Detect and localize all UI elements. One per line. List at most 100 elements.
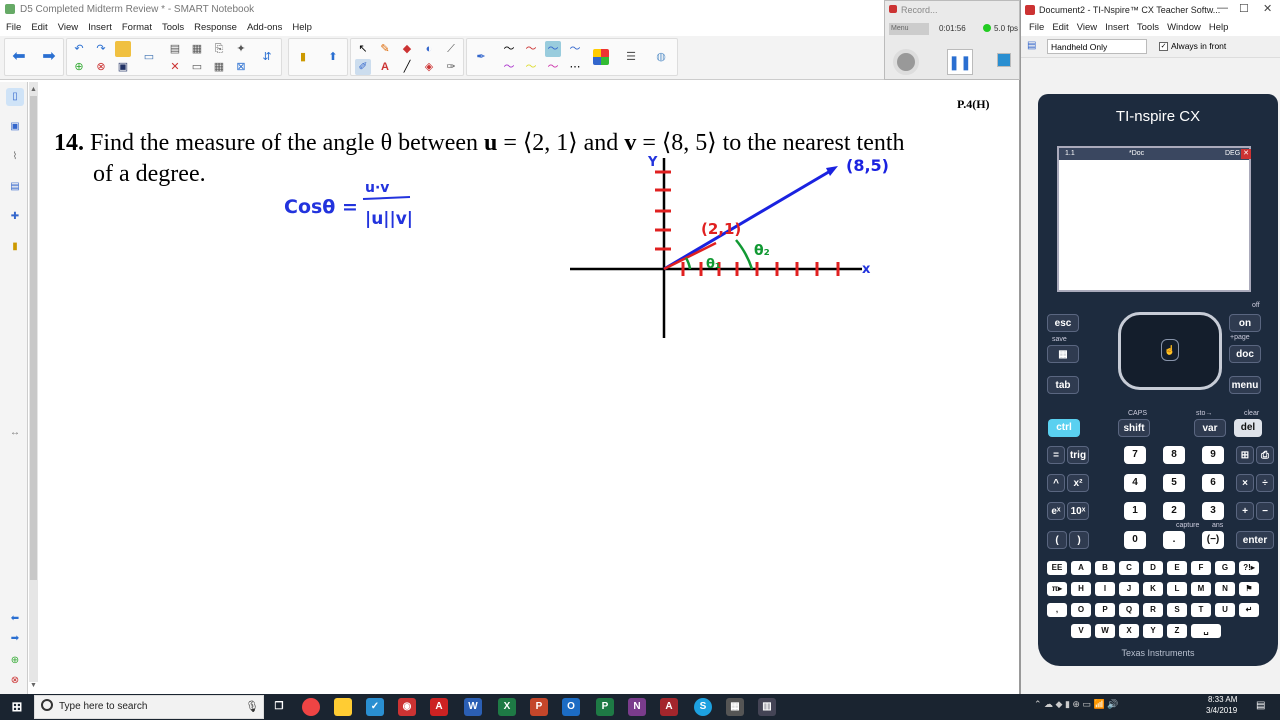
line-style-dash-icon[interactable]: ⋯ [567, 59, 583, 75]
side-prev-icon[interactable]: ⬅ [6, 610, 24, 628]
key-letter-12[interactable]: J [1119, 582, 1139, 596]
line-style-blue-icon[interactable]: 〜 [545, 41, 561, 57]
key-letter-16[interactable]: N [1215, 582, 1235, 596]
key-menu[interactable]: menu [1229, 376, 1261, 394]
key-letter-22[interactable]: R [1143, 603, 1163, 617]
highlighter-icon[interactable]: ✑ [443, 59, 459, 75]
line-style-purple-icon[interactable]: 〜 [501, 59, 517, 75]
key-scratchpad[interactable]: ▦ [1047, 345, 1079, 363]
key-letter-21[interactable]: Q [1119, 603, 1139, 617]
pause-button[interactable]: ❚❚ [947, 49, 973, 75]
ti-menu-window[interactable]: Window [1167, 20, 1201, 36]
key-letter-15[interactable]: M [1191, 582, 1211, 596]
properties-icon[interactable]: ⬆ [325, 49, 341, 65]
onenote-icon[interactable]: N [628, 698, 646, 716]
layout-icon[interactable]: ▤ [1027, 40, 1036, 51]
pen-type-icon[interactable]: ✒ [473, 49, 489, 65]
task-view-icon[interactable]: ❐ [270, 698, 288, 716]
key-letter-3[interactable]: C [1119, 561, 1139, 575]
key-on[interactable]: on [1229, 314, 1261, 332]
menu-format[interactable]: Format [122, 20, 152, 36]
properties-tab-icon[interactable]: ▤ [6, 178, 24, 196]
key-letter-30[interactable]: Y [1143, 624, 1163, 638]
key-letter-31[interactable]: Z [1167, 624, 1187, 638]
menu-help[interactable]: Help [292, 20, 312, 36]
open-icon[interactable] [115, 41, 131, 57]
key-letter-24[interactable]: T [1191, 603, 1211, 617]
key-caret[interactable]: ^ [1047, 474, 1065, 492]
key-7[interactable]: 7 [1124, 446, 1146, 464]
key-letter-0[interactable]: EE [1047, 561, 1067, 575]
record-button[interactable] [893, 49, 919, 75]
file-explorer-icon[interactable] [334, 698, 352, 716]
key-9[interactable]: 9 [1202, 446, 1224, 464]
eraser-icon[interactable]: ◆ [399, 41, 415, 57]
key-var[interactable]: var [1194, 419, 1226, 437]
previous-page-icon[interactable]: ⬅ [11, 49, 27, 65]
select-icon[interactable]: ↖ [355, 41, 371, 57]
key-lparen[interactable]: ( [1047, 531, 1067, 549]
screen-close-icon[interactable]: ✕ [1241, 149, 1251, 159]
key-2[interactable]: 2 [1163, 502, 1185, 520]
skype-icon[interactable]: S [694, 698, 712, 716]
scroll-thumb[interactable] [30, 96, 37, 580]
key-square[interactable]: x² [1067, 474, 1089, 492]
menu-view[interactable]: View [58, 20, 78, 36]
menu-insert[interactable]: Insert [88, 20, 112, 36]
key-plus[interactable]: + [1236, 502, 1254, 520]
ti-nspire-taskbar-icon[interactable]: ▥ [758, 698, 776, 716]
line-style-yellow-icon[interactable]: 〜 [523, 59, 539, 75]
magnifier-icon[interactable]: ✦ [233, 41, 249, 57]
addons-tab-icon[interactable]: ✚ [6, 208, 24, 226]
maximize-icon[interactable]: ☐ [1239, 2, 1249, 15]
key-tab[interactable]: tab [1047, 376, 1079, 394]
menu-response[interactable]: Response [194, 20, 237, 36]
screen-icon[interactable]: ▭ [141, 49, 157, 65]
microphone-icon[interactable]: 🎙 [245, 700, 259, 713]
key-negative[interactable]: (−) [1202, 531, 1224, 549]
outlook-icon[interactable]: O [562, 698, 580, 716]
calculator-screen[interactable]: 1.1 *Doc DEG ✕ [1057, 146, 1251, 292]
ti-menu-view[interactable]: View [1077, 20, 1097, 36]
key-letter-27[interactable]: V [1071, 624, 1091, 638]
full-screen-icon[interactable]: ⊠ [233, 59, 249, 75]
close-icon[interactable]: ✕ [1263, 2, 1272, 15]
line-weight-icon[interactable]: ☰ [623, 49, 639, 65]
key-letter-20[interactable]: P [1095, 603, 1115, 617]
key-catalog[interactable]: ⎙ [1256, 446, 1274, 464]
key-letter-32[interactable]: ␣ [1191, 624, 1221, 638]
key-equals[interactable]: = [1047, 446, 1065, 464]
delete-page-icon[interactable]: ⊗ [93, 59, 109, 75]
key-letter-19[interactable]: O [1071, 603, 1091, 617]
vertical-scrollbar[interactable]: ▲ ▼ [29, 82, 38, 689]
fill-icon[interactable]: ◈ [421, 59, 437, 75]
save-icon[interactable]: ▣ [115, 59, 131, 75]
key-tenx[interactable]: 10ˣ [1067, 502, 1089, 520]
access-icon[interactable]: A [660, 698, 678, 716]
key-letter-1[interactable]: A [1071, 561, 1091, 575]
key-0[interactable]: 0 [1124, 531, 1146, 549]
key-exp[interactable]: eˣ [1047, 502, 1065, 520]
scroll-down-icon[interactable]: ▼ [29, 682, 38, 690]
acrobat-icon[interactable]: A [430, 698, 448, 716]
menu-edit[interactable]: Edit [31, 20, 47, 36]
line-style-red-icon[interactable]: 〜 [523, 41, 539, 57]
magic-pen-icon[interactable]: ⟋ [443, 41, 459, 57]
calculator-app-icon[interactable]: ▦ [726, 698, 744, 716]
paste-icon[interactable]: ▤ [167, 41, 183, 57]
stop-button[interactable] [997, 53, 1011, 67]
recorder-menu[interactable]: Menu [889, 23, 929, 35]
shapes-icon[interactable]: ◐ [421, 41, 437, 57]
key-letter-25[interactable]: U [1215, 603, 1235, 617]
key-5[interactable]: 5 [1163, 474, 1185, 492]
delete-icon[interactable]: ✕ [167, 59, 183, 75]
key-del[interactable]: del [1234, 419, 1262, 437]
key-minus[interactable]: − [1256, 502, 1274, 520]
key-letter-8[interactable]: ?!▸ [1239, 561, 1259, 575]
chrome-icon[interactable] [302, 698, 320, 716]
publisher-icon[interactable]: P [596, 698, 614, 716]
key-letter-9[interactable]: π▸ [1047, 582, 1067, 596]
color-palette-icon[interactable] [593, 49, 609, 65]
next-page-icon[interactable]: ➡ [41, 49, 57, 65]
powerpoint-icon[interactable]: P [530, 698, 548, 716]
